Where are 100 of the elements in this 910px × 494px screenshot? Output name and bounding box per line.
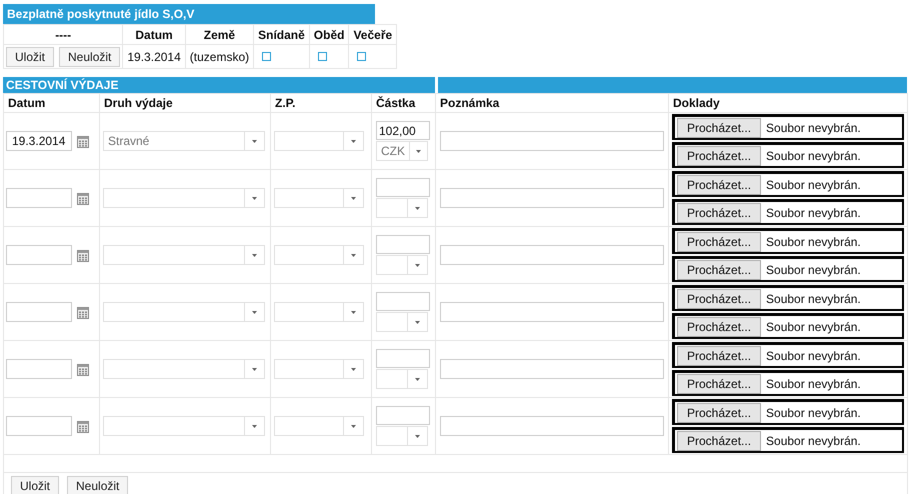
browse-button[interactable]: Procházet... [677,260,762,280]
column-header: Snídaně [254,24,310,44]
dropdown-field[interactable] [274,131,364,151]
amount-field[interactable] [376,235,430,254]
file-input[interactable]: Procházet... Soubor nevybrán. [672,228,904,254]
browse-button[interactable]: Procházet... [677,202,762,222]
table-cell: (tuzemsko) [185,44,254,68]
caret-icon [252,196,257,200]
file-input[interactable]: Procházet... Soubor nevybrán. [672,199,904,225]
dropdown-field[interactable] [103,188,265,208]
dropdown-field[interactable] [274,416,364,436]
calendar-icon[interactable] [77,134,89,148]
action-button[interactable]: Uložit [11,476,60,494]
amount-field[interactable] [376,292,430,311]
file-input[interactable]: Procházet... Soubor nevybrán. [672,256,904,282]
column-header: Země [185,24,254,44]
amount-field[interactable] [376,349,430,368]
file-status: Soubor nevybrán. [766,234,861,250]
calendar-icon[interactable] [77,306,89,318]
dropdown-field[interactable]: Stravné [103,131,265,151]
dropdown-field[interactable] [376,312,428,332]
column-header: Oběd [309,24,349,44]
file-input[interactable]: Procházet... Soubor nevybrán. [672,427,904,453]
caret-icon [351,254,356,256]
note-field[interactable] [440,245,664,265]
checkbox[interactable] [357,52,366,60]
date-field[interactable] [6,416,72,436]
column-header: Z.P. [270,94,372,112]
calendar-icon[interactable] [77,192,89,204]
dropdown-field[interactable] [376,426,428,446]
column-header: Částka [372,94,436,112]
caret-icon [416,150,421,152]
browse-button[interactable]: Procházet... [677,232,762,252]
calendar-icon[interactable] [77,420,89,432]
browse-button[interactable]: Procházet... [677,316,762,336]
note-field[interactable] [440,302,664,322]
file-input[interactable]: Procházet... Soubor nevybrán. [672,285,904,311]
dropdown-field[interactable]: CZK [376,141,428,161]
browse-button[interactable]: Procházet... [677,402,762,422]
date-field[interactable] [6,302,72,322]
column-header: Večeře [348,24,397,44]
dropdown-field[interactable] [274,188,364,208]
dropdown-field[interactable] [274,245,364,265]
action-button[interactable]: Neuložit [59,46,120,66]
browse-button[interactable]: Procházet... [677,346,762,366]
file-input[interactable]: Procházet... Soubor nevybrán. [672,399,904,425]
file-status: Soubor nevybrán. [766,120,861,136]
calendar-icon[interactable] [77,362,89,376]
date-field[interactable] [6,245,72,265]
caret-icon [252,310,257,314]
file-status: Soubor nevybrán. [766,348,861,364]
browse-button[interactable]: Procházet... [677,118,762,138]
calendar-icon[interactable] [77,248,89,262]
date-field[interactable]: 19.3.2014 [6,131,72,151]
browse-button[interactable]: Procházet... [677,374,762,394]
amount-field[interactable] [376,406,430,425]
amount-field[interactable]: 102,00 [376,121,430,140]
browse-button[interactable]: Procházet... [677,146,762,166]
file-input[interactable]: Procházet... Soubor nevybrán. [672,370,904,396]
column-header: Doklady [668,94,908,112]
dropdown-field[interactable] [103,359,265,379]
dropdown-field[interactable] [103,416,265,436]
dropdown-field[interactable] [103,245,265,265]
caret-icon [252,424,257,428]
file-input[interactable]: Procházet... Soubor nevybrán. [672,142,904,168]
caret-icon [415,378,420,380]
date-field[interactable] [6,188,72,208]
checkbox[interactable] [262,52,272,60]
amount-field[interactable] [376,178,430,197]
caret-icon [252,368,257,370]
file-input[interactable]: Procházet... Soubor nevybrán. [672,171,904,197]
file-input[interactable]: Procházet... Soubor nevybrán. [672,313,904,339]
dropdown-field[interactable] [274,359,364,379]
browse-button[interactable]: Procházet... [677,174,762,194]
caret-icon [351,368,356,370]
note-field[interactable] [440,359,664,379]
dropdown-field[interactable] [376,369,428,389]
dropdown-field[interactable] [376,198,428,218]
file-input[interactable]: Procházet... Soubor nevybrán. [672,114,904,140]
column-header: Poznámka [436,94,668,112]
dropdown-field[interactable] [274,302,364,322]
caret-icon [351,424,356,428]
date-field[interactable] [6,359,72,379]
browse-button[interactable]: Procházet... [677,430,762,450]
dropdown-field[interactable] [103,302,265,322]
file-status: Soubor nevybrán. [766,204,861,222]
action-button[interactable]: Neuložit [67,476,128,494]
note-field[interactable] [440,131,664,151]
file-status: Soubor nevybrán. [766,404,861,422]
checkbox[interactable] [318,52,327,60]
caret-icon [415,434,420,438]
note-field[interactable] [440,188,664,208]
caret-icon [351,196,356,200]
column-header: Datum [122,24,186,44]
note-field[interactable] [440,416,664,436]
file-input[interactable]: Procházet... Soubor nevybrán. [672,342,904,368]
action-button[interactable]: Uložit [6,46,54,66]
dropdown-field[interactable] [376,255,428,275]
table-cell: 19.3.2014 [122,44,186,68]
browse-button[interactable]: Procházet... [677,288,762,308]
